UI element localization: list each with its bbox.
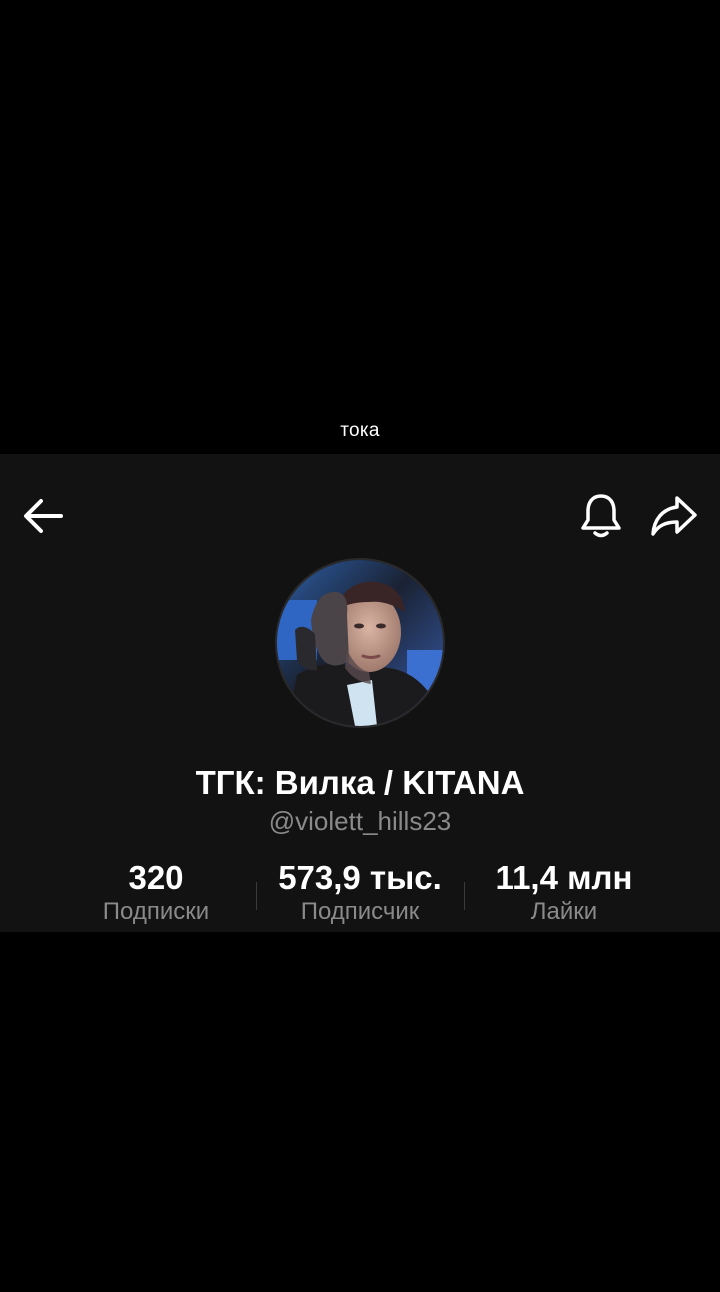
- stat-likes-value: 11,4 млн: [495, 859, 633, 896]
- top-bar: [0, 488, 720, 548]
- avatar[interactable]: [275, 558, 445, 728]
- stat-divider: [464, 882, 465, 910]
- bell-icon: [579, 492, 623, 545]
- back-button[interactable]: [18, 496, 68, 540]
- notification-bell-button[interactable]: [574, 492, 628, 544]
- stat-divider: [256, 882, 257, 910]
- arrow-left-icon: [21, 496, 65, 541]
- profile-stats: 320 Подписки 573,9 тыс. Подписчик 11,4 м…: [60, 858, 660, 928]
- share-button[interactable]: [646, 492, 702, 544]
- stat-following-label: Подписки: [102, 898, 210, 925]
- profile-username: @violett_hills23: [268, 806, 452, 836]
- stat-likes-label: Лайки: [530, 898, 598, 925]
- screen: тока ТГК: Вилка / KITANA @violett_hills2…: [0, 0, 720, 1292]
- video-caption: тока: [340, 420, 380, 441]
- stat-followers-value: 573,9 тыс.: [278, 859, 442, 896]
- share-arrow-icon: [649, 494, 699, 543]
- profile-panel: ТГК: Вилка / KITANA @violett_hills23 320…: [0, 454, 720, 932]
- stat-likes[interactable]: 11,4 млн Лайки: [468, 858, 660, 928]
- stat-followers[interactable]: 573,9 тыс. Подписчик: [260, 858, 460, 928]
- stat-following-value: 320: [128, 859, 184, 896]
- stat-following[interactable]: 320 Подписки: [60, 858, 252, 928]
- profile-display-name: ТГК: Вилка / KITANA: [195, 764, 525, 801]
- stat-followers-label: Подписчик: [300, 898, 420, 925]
